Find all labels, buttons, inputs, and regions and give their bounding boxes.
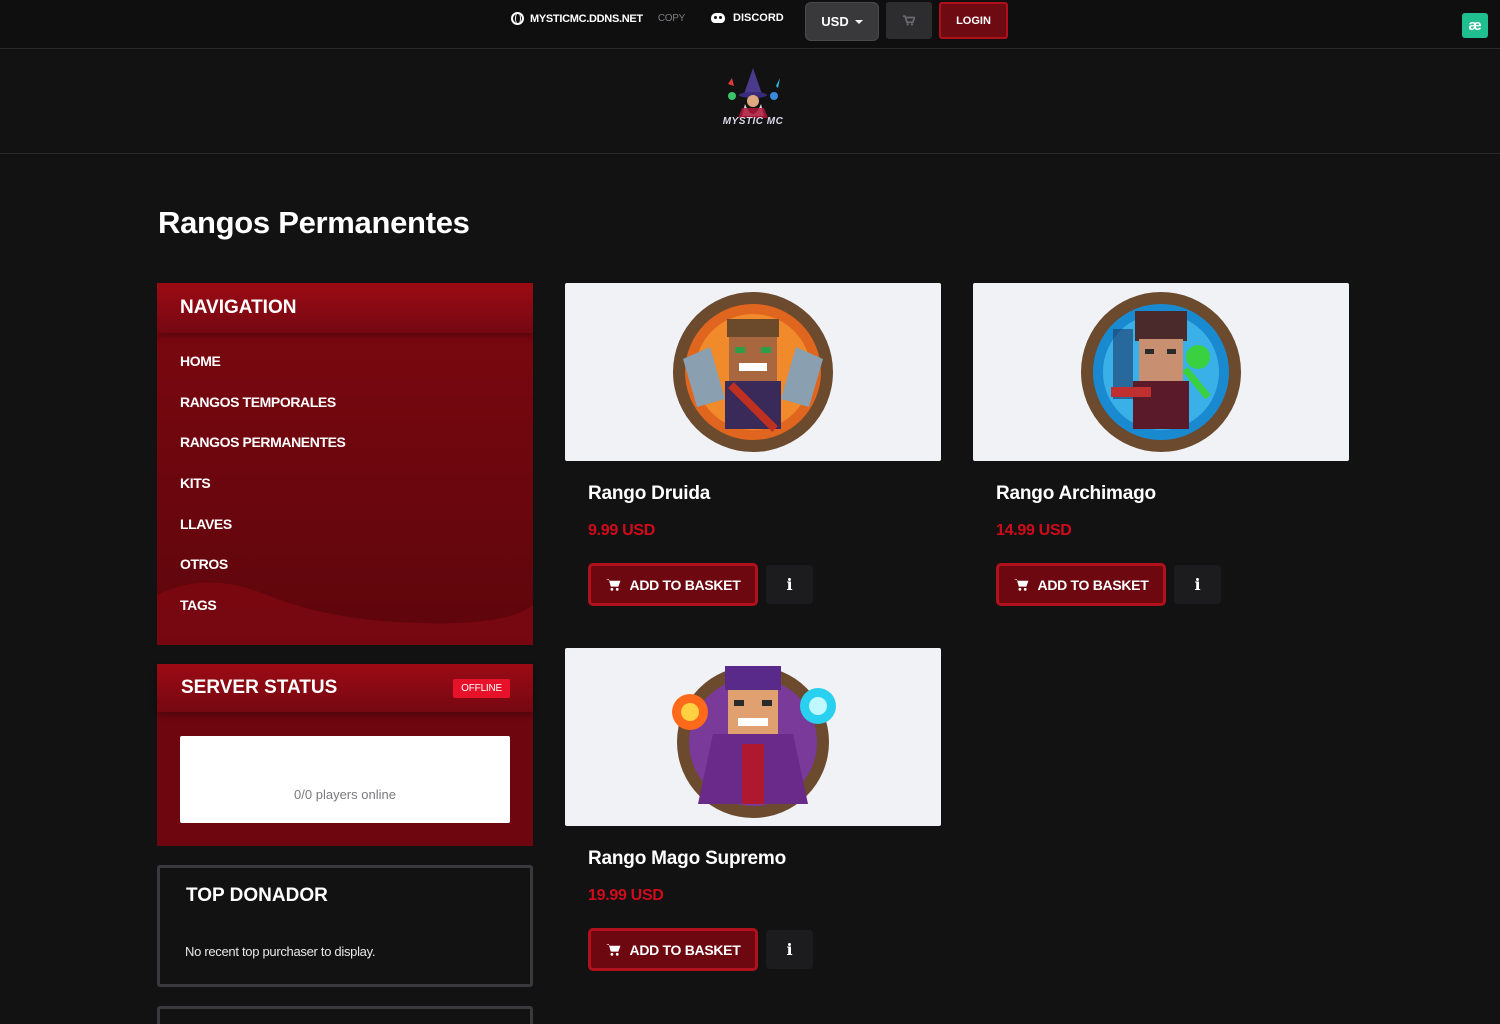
top-bar: MYSTICMC.DDNS.NET COPY DISCORD USD LOGIN…: [0, 0, 1500, 49]
nav-item-rangos-temporales[interactable]: RANGOS TEMPORALES: [157, 382, 533, 423]
product-name[interactable]: Rango Mago Supremo: [588, 848, 786, 870]
product-price: 9.99 USD: [588, 522, 655, 539]
add-to-basket-label: ADD TO BASKET: [629, 941, 741, 958]
product-image[interactable]: [565, 283, 941, 461]
server-status-header: SERVER STATUS OFFLINE: [157, 664, 533, 712]
currency-select[interactable]: USD: [805, 2, 879, 41]
login-button[interactable]: LOGIN: [939, 2, 1008, 39]
discord-icon: [711, 13, 725, 23]
top-donador-text: No recent top purchaser to display.: [185, 944, 376, 959]
product-card: Rango Archimago 14.99 USD ADD TO BASKET …: [973, 283, 1349, 606]
ae-extension-icon[interactable]: æ: [1462, 13, 1488, 38]
top-donador-panel: TOP DONADOR No recent top purchaser to d…: [157, 865, 533, 987]
nav-item-otros[interactable]: OTROS: [157, 544, 533, 585]
mago-supremo-avatar-image: [672, 666, 836, 818]
discord-label: DISCORD: [733, 12, 784, 24]
product-info-button[interactable]: i: [1174, 565, 1221, 604]
add-to-basket-label: ADD TO BASKET: [1037, 576, 1149, 593]
druid-avatar-image: [673, 292, 833, 452]
server-status-panel: SERVER STATUS OFFLINE 0/0 players online: [157, 664, 533, 846]
navigation-title: NAVIGATION: [157, 283, 533, 333]
status-badge: OFFLINE: [453, 678, 510, 698]
add-to-basket-button[interactable]: ADD TO BASKET: [588, 563, 758, 606]
product-card: Rango Mago Supremo 19.99 USD ADD TO BASK…: [565, 648, 941, 971]
globe-icon: [511, 12, 524, 25]
product-name[interactable]: Rango Archimago: [996, 483, 1156, 505]
copy-ip-link[interactable]: COPY: [658, 13, 685, 24]
currency-value: USD: [821, 14, 849, 29]
product-info-button[interactable]: i: [766, 565, 813, 604]
nav-item-llaves[interactable]: LLAVES: [157, 503, 533, 544]
discord-link[interactable]: DISCORD: [711, 12, 784, 24]
nav-item-kits[interactable]: KITS: [157, 463, 533, 504]
nav-item-tags[interactable]: TAGS: [157, 585, 533, 626]
navigation-list: HOME RANGOS TEMPORALES RANGOS PERMANENTE…: [157, 333, 533, 625]
add-to-basket-button[interactable]: ADD TO BASKET: [588, 928, 758, 971]
server-ip[interactable]: MYSTICMC.DDNS.NET COPY: [511, 12, 685, 25]
cart-icon: [1013, 579, 1028, 591]
nav-item-home[interactable]: HOME: [157, 341, 533, 382]
product-name[interactable]: Rango Druida: [588, 483, 710, 505]
server-ip-text: MYSTICMC.DDNS.NET: [530, 12, 643, 25]
chevron-down-icon: [854, 19, 863, 24]
nav-item-rangos-permanentes[interactable]: RANGOS PERMANENTES: [157, 422, 533, 463]
players-online: 0/0 players online: [294, 787, 396, 802]
add-to-basket-label: ADD TO BASKET: [629, 576, 741, 593]
product-image[interactable]: [973, 283, 1349, 461]
page-title: Rangos Permanentes: [158, 205, 470, 240]
add-to-basket-button[interactable]: ADD TO BASKET: [996, 563, 1166, 606]
server-status-box: 0/0 players online: [180, 736, 510, 823]
product-price: 14.99 USD: [996, 522, 1072, 539]
server-status-title: SERVER STATUS: [181, 677, 338, 698]
cart-icon: [903, 15, 915, 26]
navigation-panel: NAVIGATION HOME RANGOS TEMPORALES RANGOS…: [157, 283, 533, 645]
product-info-button[interactable]: i: [766, 930, 813, 969]
logo-text: MYSTIC MC: [722, 116, 784, 127]
product-image[interactable]: [565, 648, 941, 826]
product-price: 19.99 USD: [588, 887, 664, 904]
site-header: MYSTIC MC: [0, 49, 1500, 154]
top-donador-title: TOP DONADOR: [186, 885, 328, 906]
archimage-avatar-image: [1081, 292, 1241, 452]
cart-icon: [605, 579, 620, 591]
product-card: Rango Druida 9.99 USD ADD TO BASKET i: [565, 283, 941, 606]
cart-icon: [605, 944, 620, 956]
next-panel: [157, 1006, 533, 1024]
cart-button[interactable]: [886, 2, 932, 39]
